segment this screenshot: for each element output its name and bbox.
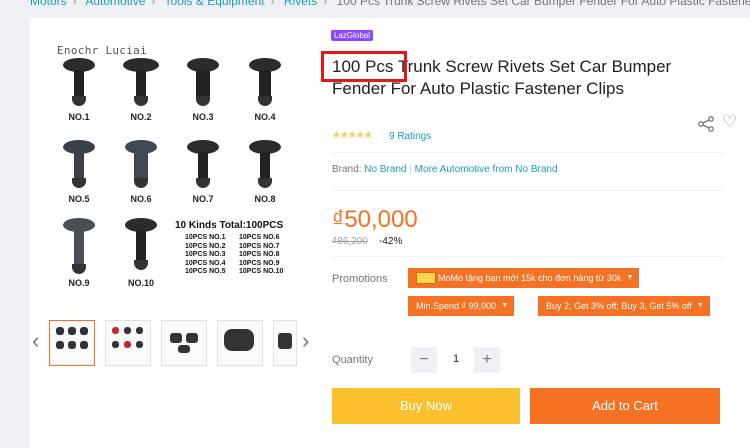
original-price: ₫86,200 — [332, 236, 368, 247]
chevron-right-icon[interactable]: › — [302, 328, 309, 354]
clip-image-10: NO.10 — [117, 216, 165, 288]
product-main-image[interactable]: Enochr Luciai NO.1 NO.2 NO.3 NO.4 NO.5 N… — [45, 36, 315, 306]
clip-label: NO.7 — [192, 194, 214, 204]
brand-link[interactable]: No Brand — [364, 164, 406, 175]
share-icon[interactable] — [697, 116, 715, 132]
chevron-down-icon: ▼ — [626, 274, 634, 281]
clip-image-8: NO.8 — [241, 138, 289, 204]
chevron-down-icon: ▼ — [696, 302, 704, 309]
pcs-item: 10PCS NO.6 — [239, 234, 280, 241]
breadcrumb: Motors › Automotive › Tools & Equipment › R… — [30, 0, 750, 10]
current-price: ₫50,000 — [332, 206, 418, 233]
pcs-list-right: 10PCS NO.6 10PCS NO.7 10PCS NO.8 10PCS N… — [239, 234, 293, 277]
pcs-item: 10PCS NO.5 — [185, 268, 226, 276]
breadcrumb-separator: › — [323, 0, 328, 8]
pcs-list-left: 10PCS NO.1 10PCS NO.2 10PCS NO.3 10PCS N… — [185, 234, 239, 277]
divider — [332, 152, 722, 153]
breadcrumb-separator: › — [270, 0, 275, 8]
clip-label: NO.3 — [192, 112, 214, 122]
promo-tag-text: MoMo tặng bạn mới 15k cho đơn hàng từ 30… — [438, 273, 622, 283]
clip-label: NO.5 — [68, 194, 90, 204]
breadcrumb-item[interactable]: Rivets — [284, 0, 317, 8]
quantity-value[interactable]: 1 — [446, 353, 466, 365]
more-from-brand-link[interactable]: More Automotive from No Brand — [415, 164, 558, 175]
breadcrumb-item[interactable]: Motors — [30, 0, 67, 8]
clip-label: NO.8 — [254, 194, 276, 204]
thumbnail-strip: ‹ › — [30, 318, 320, 368]
promo-tag-buy-more[interactable]: Buy 2, Get 3% off; Buy 3, Get 5% off ▼ — [538, 296, 710, 316]
heart-icon[interactable]: ♡ — [722, 112, 737, 132]
promo-tag-text: Buy 2, Get 3% off; Buy 3, Get 5% off — [546, 301, 692, 311]
add-to-cart-button[interactable]: Add to Cart — [530, 388, 720, 424]
quantity-decrease-button[interactable]: − — [411, 347, 437, 373]
promotions-label: Promotions — [332, 273, 388, 285]
clip-label: NO.9 — [68, 278, 90, 288]
clip-image-2: NO.2 — [117, 56, 165, 122]
clip-image-9: NO.9 — [55, 216, 103, 288]
breadcrumb-separator: › — [72, 0, 77, 8]
quantity-label: Quantity — [332, 354, 373, 366]
clip-label: NO.2 — [130, 112, 152, 122]
pcs-item: 10PCS NO.7 — [239, 242, 280, 250]
pcs-list: 10PCS NO.1 10PCS NO.2 10PCS NO.3 10PCS N… — [185, 234, 297, 277]
chevron-down-icon: ▼ — [501, 302, 509, 309]
brand-separator: | — [409, 164, 412, 175]
breadcrumb-current: 100 Pcs Trunk Screw Rivets Set Car Bumpe… — [336, 0, 750, 8]
clip-image-6: NO.6 — [117, 138, 165, 204]
chevron-left-icon[interactable]: ‹ — [32, 328, 39, 354]
clip-label: NO.4 — [254, 112, 276, 122]
pcs-item: 10PCS NO.9 — [239, 259, 280, 267]
clip-image-4: NO.4 — [241, 56, 289, 122]
pcs-item: 10PCS NO.3 — [185, 251, 226, 259]
pcs-item: 10PCS NO.4 — [185, 259, 226, 267]
thumbnail-2[interactable] — [105, 320, 151, 366]
quantity-increase-button[interactable]: + — [474, 347, 500, 373]
highlight-box — [321, 51, 407, 82]
ratings-link[interactable]: 9 Ratings — [389, 131, 431, 142]
breadcrumb-item[interactable]: Automotive — [85, 0, 145, 8]
brand-label: Brand: — [332, 164, 362, 175]
promo-tag-momo[interactable]: MoMo tặng bạn mới 15k cho đơn hàng từ 30… — [408, 268, 640, 288]
pcs-item: 10PCS NO.8 — [239, 251, 280, 259]
thumbnail-5[interactable] — [273, 320, 297, 366]
clip-label: NO.1 — [68, 112, 90, 122]
lazglobal-badge: LazGlobal — [331, 30, 374, 41]
kinds-total-text: 10 Kinds Total:100PCS — [175, 220, 284, 231]
pcs-item: 10PCS NO.10 — [239, 268, 284, 276]
breadcrumb-item[interactable]: Tools & Equipment — [165, 0, 265, 8]
brand-row: Brand: No Brand | More Automotive from N… — [332, 164, 558, 175]
promo-tag-min-spend[interactable]: Min.Spend ₫ 99,000 ▼ — [408, 296, 515, 316]
buy-now-button[interactable]: Buy Now — [332, 388, 520, 424]
pcs-item: 10PCS NO.2 — [185, 242, 226, 250]
discount-percent: -42% — [379, 236, 403, 247]
thumbnail-3[interactable] — [161, 320, 207, 366]
divider — [332, 190, 722, 191]
clip-image-5: NO.5 — [55, 138, 103, 204]
gift-icon — [416, 271, 436, 284]
clip-image-7: NO.7 — [179, 138, 227, 204]
clip-label: NO.6 — [130, 194, 152, 204]
thumbnail-1[interactable] — [49, 320, 95, 366]
clip-image-1: NO.1 — [55, 56, 103, 122]
breadcrumb-separator: › — [151, 0, 156, 8]
clip-image-3: NO.3 — [179, 56, 227, 122]
pcs-item: 10PCS NO.1 — [185, 234, 226, 241]
clip-label: NO.10 — [127, 278, 154, 288]
star-rating: ★★★★★ — [332, 130, 373, 141]
divider — [332, 256, 722, 257]
thumbnail-4[interactable] — [217, 320, 263, 366]
promo-tag-text: Min.Spend ₫ 99,000 — [416, 301, 497, 311]
